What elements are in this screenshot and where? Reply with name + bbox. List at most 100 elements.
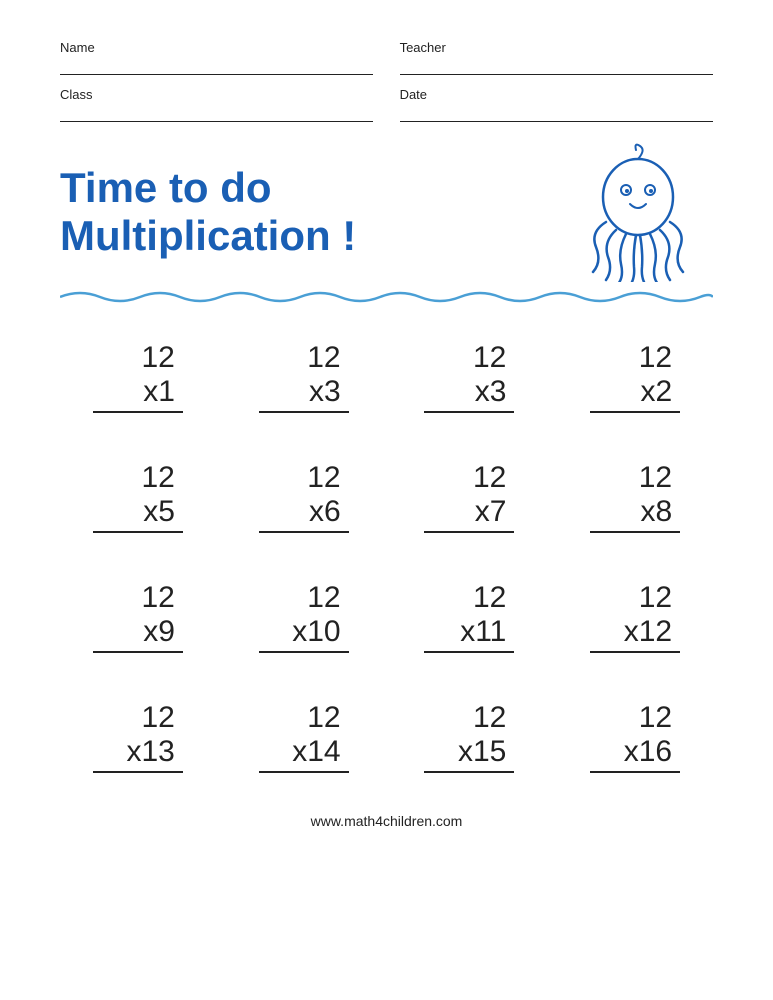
- date-label: Date: [400, 87, 713, 102]
- problem-inner: 12x5: [93, 461, 183, 533]
- problem-inner: 12x3: [259, 341, 349, 413]
- title-line1: Time to do: [60, 164, 356, 212]
- answer-line[interactable]: [259, 651, 349, 653]
- problem-item: 12x8: [557, 461, 713, 533]
- problem-item: 12x2: [557, 341, 713, 413]
- multiplier: x8: [590, 495, 680, 529]
- answer-line[interactable]: [590, 411, 680, 413]
- problem-item: 12x3: [392, 341, 548, 413]
- problem-item: 12x12: [557, 581, 713, 653]
- problem-item: 12x9: [60, 581, 216, 653]
- answer-line[interactable]: [93, 771, 183, 773]
- octopus-image: [563, 142, 713, 282]
- multiplier: x16: [590, 735, 680, 769]
- answer-line[interactable]: [590, 651, 680, 653]
- multiplier: x1: [93, 375, 183, 409]
- header-row-2: Class Date: [60, 87, 713, 122]
- multiplicand: 12: [93, 581, 183, 615]
- answer-line[interactable]: [259, 531, 349, 533]
- multiplicand: 12: [590, 341, 680, 375]
- multiplier: x11: [424, 615, 514, 649]
- problem-item: 12x15: [392, 701, 548, 773]
- footer: www.math4children.com: [60, 813, 713, 829]
- multiplier: x3: [259, 375, 349, 409]
- answer-line[interactable]: [93, 411, 183, 413]
- multiplier: x9: [93, 615, 183, 649]
- multiplicand: 12: [590, 461, 680, 495]
- answer-line[interactable]: [424, 651, 514, 653]
- multiplier: x14: [259, 735, 349, 769]
- problem-item: 12x1: [60, 341, 216, 413]
- problem-item: 12x7: [392, 461, 548, 533]
- title-section: Time to do Multiplication !: [60, 142, 713, 282]
- multiplicand: 12: [590, 701, 680, 735]
- answer-line[interactable]: [93, 651, 183, 653]
- main-title: Time to do Multiplication !: [60, 164, 356, 261]
- name-field-group: Name: [60, 40, 373, 75]
- wave-divider: [60, 286, 713, 308]
- multiplicand: 12: [259, 701, 349, 735]
- problem-inner: 12x14: [259, 701, 349, 773]
- problem-inner: 12x11: [424, 581, 514, 653]
- multiplier: x3: [424, 375, 514, 409]
- multiplier: x5: [93, 495, 183, 529]
- multiplier: x10: [259, 615, 349, 649]
- multiplier: x12: [590, 615, 680, 649]
- multiplicand: 12: [424, 581, 514, 615]
- title-line2: Multiplication !: [60, 212, 356, 260]
- problem-inner: 12x12: [590, 581, 680, 653]
- multiplier: x13: [93, 735, 183, 769]
- answer-line[interactable]: [259, 411, 349, 413]
- class-field-group: Class: [60, 87, 373, 122]
- problem-item: 12x5: [60, 461, 216, 533]
- problem-inner: 12x6: [259, 461, 349, 533]
- problem-item: 12x13: [60, 701, 216, 773]
- problem-inner: 12x2: [590, 341, 680, 413]
- problem-inner: 12x9: [93, 581, 183, 653]
- problem-inner: 12x1: [93, 341, 183, 413]
- answer-line[interactable]: [590, 531, 680, 533]
- multiplier: x6: [259, 495, 349, 529]
- header-row-1: Name Teacher: [60, 40, 713, 75]
- multiplicand: 12: [424, 701, 514, 735]
- problem-inner: 12x15: [424, 701, 514, 773]
- answer-line[interactable]: [259, 771, 349, 773]
- multiplicand: 12: [93, 341, 183, 375]
- problem-inner: 12x16: [590, 701, 680, 773]
- multiplicand: 12: [93, 701, 183, 735]
- problem-inner: 12x10: [259, 581, 349, 653]
- problem-item: 12x6: [226, 461, 382, 533]
- octopus-svg: [568, 142, 708, 282]
- multiplicand: 12: [590, 581, 680, 615]
- problem-inner: 12x13: [93, 701, 183, 773]
- problem-inner: 12x8: [590, 461, 680, 533]
- teacher-field-group: Teacher: [400, 40, 713, 75]
- problem-inner: 12x7: [424, 461, 514, 533]
- problem-item: 12x16: [557, 701, 713, 773]
- answer-line[interactable]: [590, 771, 680, 773]
- multiplicand: 12: [259, 461, 349, 495]
- problem-item: 12x11: [392, 581, 548, 653]
- worksheet-page: Name Teacher Class Date Time to do Multi…: [0, 0, 773, 1000]
- teacher-line[interactable]: [400, 57, 713, 75]
- multiplicand: 12: [259, 341, 349, 375]
- class-line[interactable]: [60, 104, 373, 122]
- multiplicand: 12: [424, 461, 514, 495]
- class-label: Class: [60, 87, 373, 102]
- multiplicand: 12: [259, 581, 349, 615]
- name-line[interactable]: [60, 57, 373, 75]
- footer-url: www.math4children.com: [311, 813, 463, 829]
- multiplicand: 12: [424, 341, 514, 375]
- multiplier: x7: [424, 495, 514, 529]
- problem-item: 12x3: [226, 341, 382, 413]
- problem-inner: 12x3: [424, 341, 514, 413]
- name-label: Name: [60, 40, 373, 55]
- answer-line[interactable]: [424, 531, 514, 533]
- date-field-group: Date: [400, 87, 713, 122]
- answer-line[interactable]: [93, 531, 183, 533]
- multiplier: x15: [424, 735, 514, 769]
- answer-line[interactable]: [424, 411, 514, 413]
- teacher-label: Teacher: [400, 40, 713, 55]
- date-line[interactable]: [400, 104, 713, 122]
- answer-line[interactable]: [424, 771, 514, 773]
